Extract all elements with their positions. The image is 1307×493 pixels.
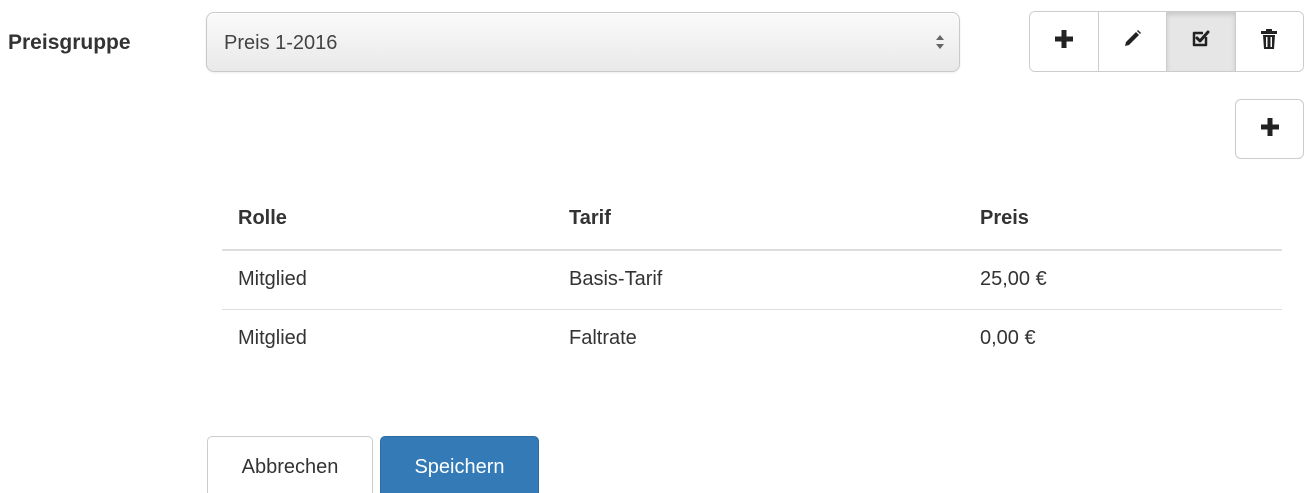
price-table: Rolle Tarif Preis Mitglied Basis-Tarif 2…: [222, 188, 1282, 368]
table-row[interactable]: Mitglied Basis-Tarif 25,00 €: [222, 250, 1282, 310]
trash-icon: [1259, 28, 1279, 55]
pencil-icon: [1121, 28, 1143, 55]
checkbox-check-icon: [1190, 28, 1212, 55]
price-group-toolbar: [1029, 11, 1304, 72]
cell-price: 0,00 €: [980, 327, 1036, 350]
column-header-role: Rolle: [222, 188, 553, 251]
select-arrows-icon: [935, 31, 945, 53]
column-header-tariff: Tarif: [553, 188, 964, 251]
select-price-group-button[interactable]: [1167, 12, 1236, 71]
cell-price: 25,00 €: [964, 250, 1282, 310]
add-price-group-button[interactable]: [1030, 12, 1099, 71]
column-header-price: Preis: [964, 188, 1282, 251]
price-group-selected-value: Preis 1-2016: [224, 32, 338, 54]
price-group-select[interactable]: Preis 1-2016: [206, 12, 960, 72]
edit-price-group-button[interactable]: [1098, 12, 1167, 71]
cell-role: Mitglied: [238, 327, 307, 350]
cancel-button[interactable]: Abbrechen: [207, 436, 373, 493]
cell-tariff: Faltrate: [569, 327, 637, 350]
table-header-row: Rolle Tarif Preis: [222, 188, 1282, 251]
add-price-row-button[interactable]: [1235, 99, 1304, 159]
cell-role: Mitglied: [222, 250, 553, 310]
plus-icon: [1054, 29, 1074, 54]
plus-icon: [1260, 117, 1280, 142]
cell-tariff: Basis-Tarif: [553, 250, 964, 310]
delete-price-group-button[interactable]: [1235, 12, 1303, 71]
price-group-label: Preisgruppe: [8, 31, 131, 54]
save-button[interactable]: Speichern: [380, 436, 539, 493]
table-row[interactable]: Mitglied Faltrate 0,00 €: [222, 309, 1282, 368]
